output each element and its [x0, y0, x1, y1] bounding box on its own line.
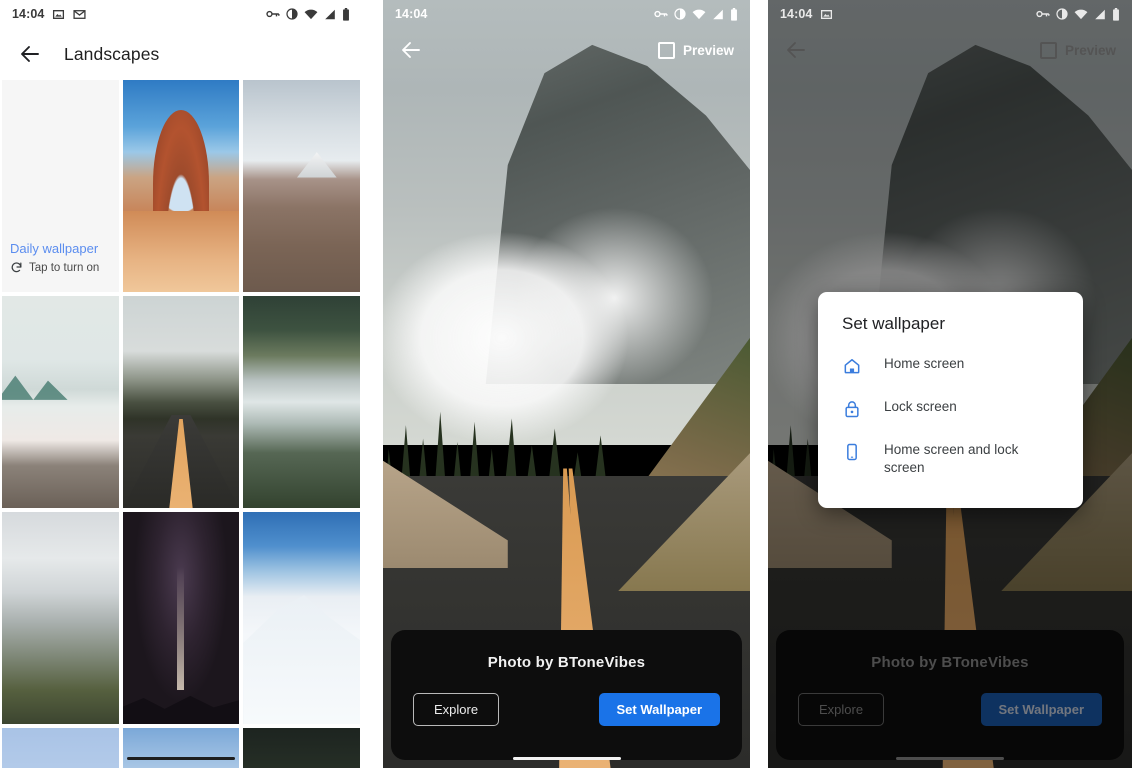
navigation-handle[interactable]: [896, 756, 1004, 760]
sheet-actions: Explore Set Wallpaper: [391, 693, 742, 726]
preview-label: Preview: [1064, 42, 1116, 58]
preview-toolbar: Preview: [383, 28, 750, 72]
thumbnail-snow-peak[interactable]: [243, 512, 360, 724]
back-arrow-icon[interactable]: [784, 38, 808, 62]
preview-toggle[interactable]: Preview: [657, 41, 734, 59]
refresh-icon: [11, 262, 22, 273]
wifi-icon: [692, 9, 706, 19]
lock-icon: [845, 401, 859, 418]
navigation-handle[interactable]: [127, 756, 235, 760]
screenshot-icon: [821, 9, 833, 19]
daily-wallpaper-card[interactable]: Daily wallpaper Tap to turn on: [2, 80, 119, 292]
signal-icon: [325, 9, 335, 19]
vpn-key-icon: [1036, 10, 1050, 18]
vpn-key-icon: [654, 10, 668, 18]
preview-bottom-sheet: Photo by BToneVibes Explore Set Wallpape…: [776, 630, 1124, 760]
thumbnail-blue-sky[interactable]: [2, 728, 119, 768]
wifi-icon: [304, 9, 318, 19]
home-icon: [844, 359, 860, 374]
set-wallpaper-button[interactable]: Set Wallpaper: [598, 693, 720, 726]
photo-credit: Photo by BToneVibes: [871, 654, 1029, 671]
thumbnail-misty-lake[interactable]: [2, 296, 119, 508]
sheet-actions: Explore Set Wallpaper: [776, 693, 1124, 726]
thumbnail-foggy-reflection[interactable]: [243, 296, 360, 508]
dnd-icon: [286, 8, 298, 20]
thumbnail-starry-night[interactable]: [122, 512, 240, 724]
status-bar-left: 14:04: [12, 7, 87, 21]
status-bar-left: 14:04: [780, 7, 833, 21]
mail-icon: [73, 9, 87, 19]
dialog-title: Set wallpaper: [842, 314, 946, 333]
battery-icon: [1113, 7, 1119, 21]
dnd-icon: [674, 8, 686, 20]
dnd-icon: [1056, 8, 1068, 20]
daily-wallpaper-title: Daily wallpaper: [10, 241, 99, 256]
thumbnail-dark-valley[interactable]: [243, 728, 360, 768]
daily-wallpaper-subtitle: Tap to turn on: [29, 261, 100, 274]
battery-icon: [731, 7, 737, 21]
explore-button[interactable]: Explore: [798, 693, 885, 726]
status-bar: 14:04: [383, 0, 750, 28]
dialog-option-lock-screen[interactable]: Lock screen: [818, 387, 1083, 430]
battery-icon: [343, 7, 349, 21]
thumbnail-misty-ridge[interactable]: [2, 512, 119, 724]
panel-wallpaper-preview: 14:04 Preview Photo by BToneVibes Explor…: [383, 0, 750, 768]
wallpaper-grid: Daily wallpaper Tap to turn on: [0, 80, 362, 768]
panel-wallpaper-grid: 14:04 Landscapes Daily wallpaper Tap to …: [0, 0, 362, 768]
set-wallpaper-dialog: Set wallpaper Home screen Lock screen Ho…: [818, 292, 1083, 509]
daily-wallpaper-subtitle-row: Tap to turn on: [10, 261, 119, 274]
wifi-icon: [1074, 9, 1088, 19]
panel-set-wallpaper-dialog: 14:04 Preview Photo by BToneVibes Explor…: [768, 0, 1132, 768]
preview-bottom-sheet: Photo by BToneVibes Explore Set Wallpape…: [391, 630, 742, 760]
dialog-option-label: Home screen: [884, 356, 965, 371]
dialog-option-label: Lock screen: [884, 399, 957, 414]
thumbnail-forest-road[interactable]: [122, 296, 240, 508]
status-bar-time: 14:04: [12, 7, 45, 21]
thumbnail-desert-volcano[interactable]: [243, 80, 360, 292]
status-bar-right: [266, 7, 350, 21]
back-arrow-icon[interactable]: [18, 42, 42, 66]
status-bar: 14:04: [0, 0, 362, 28]
status-bar: 14:04: [768, 0, 1132, 28]
dialog-option-label: Home screen and lock screen: [884, 442, 1019, 476]
status-bar-right: [1036, 7, 1120, 21]
status-bar-time: 14:04: [780, 7, 813, 21]
back-arrow-icon[interactable]: [399, 38, 423, 62]
status-bar-right: [654, 7, 738, 21]
dialog-option-home-and-lock-screen[interactable]: Home screen and lock screen: [818, 430, 1083, 488]
preview-box-icon: [1039, 41, 1057, 59]
page-title: Landscapes: [64, 43, 160, 64]
app-bar: Landscapes: [0, 28, 362, 80]
photo-credit: Photo by BToneVibes: [487, 654, 646, 671]
thumbnail-cloud-sky[interactable]: [122, 728, 240, 768]
preview-label: Preview: [682, 42, 734, 58]
signal-icon: [713, 9, 723, 19]
preview-toolbar: Preview: [768, 28, 1132, 72]
screenshot-stage: 14:04 Landscapes Daily wallpaper Tap to …: [0, 0, 1132, 768]
thumbnail-delicate-arch[interactable]: [122, 80, 240, 292]
phone-icon: [847, 443, 857, 461]
preview-box-icon: [657, 41, 675, 59]
status-bar-left: 14:04: [395, 7, 427, 21]
set-wallpaper-button[interactable]: Set Wallpaper: [980, 693, 1102, 726]
status-bar-time: 14:04: [395, 7, 428, 21]
signal-icon: [1095, 9, 1105, 19]
vpn-key-icon: [266, 10, 280, 18]
screenshot-icon: [53, 9, 65, 19]
preview-toggle[interactable]: Preview: [1039, 41, 1116, 59]
explore-button[interactable]: Explore: [413, 693, 500, 726]
dialog-option-home-screen[interactable]: Home screen: [818, 344, 1083, 387]
navigation-handle[interactable]: [512, 756, 621, 760]
